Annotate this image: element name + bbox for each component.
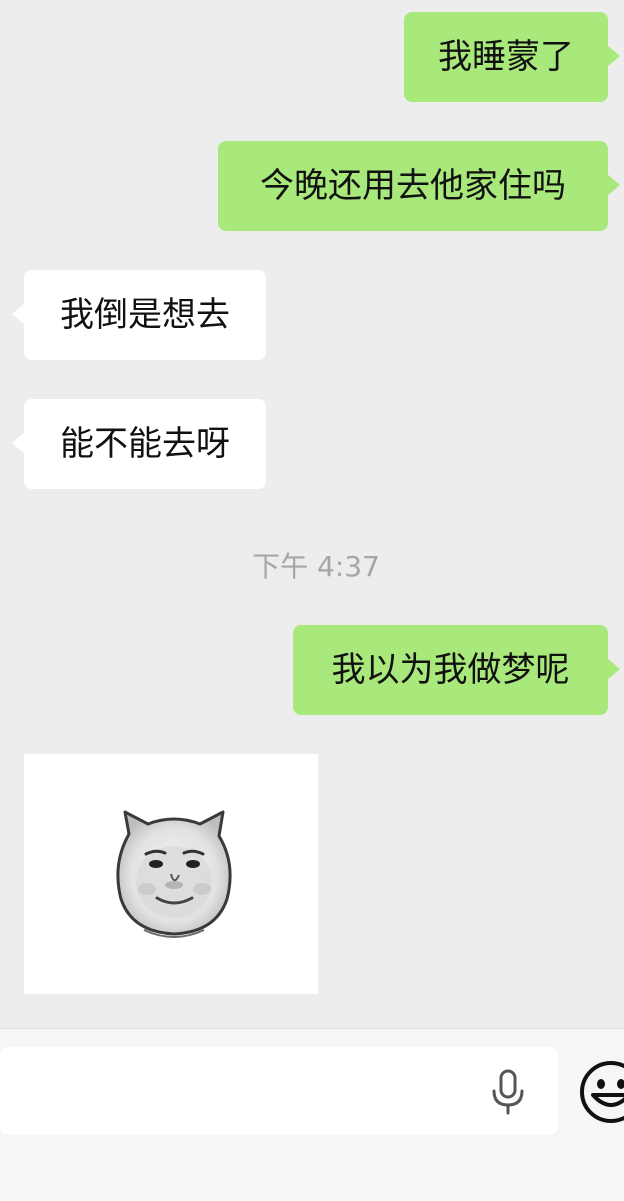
cat-ear-face-sticker-image (116, 810, 232, 938)
sticker-message[interactable] (24, 754, 318, 994)
message-input[interactable] (0, 1047, 558, 1135)
emoji-smiley-icon[interactable] (578, 1059, 624, 1125)
chat-message-list[interactable]: 我睡蒙了 今晚还用去他家住吗 我倒是想去 能不能去呀 下午 4:37 我以为我做… (0, 0, 624, 1030)
message-bubble-received[interactable]: 能不能去呀 (12, 399, 266, 489)
chat-input-bar (0, 1028, 624, 1201)
message-timestamp: 下午 4:37 (252, 550, 380, 583)
message-bubble-received[interactable]: 我倒是想去 (12, 270, 266, 360)
message-bubble-sent[interactable]: 我睡蒙了 (404, 12, 620, 102)
message-bubble-sent[interactable]: 我以为我做梦呢 (293, 625, 620, 715)
microphone-icon[interactable] (488, 1069, 528, 1115)
message-bubble-sent[interactable]: 今晚还用去他家住吗 (218, 141, 620, 231)
